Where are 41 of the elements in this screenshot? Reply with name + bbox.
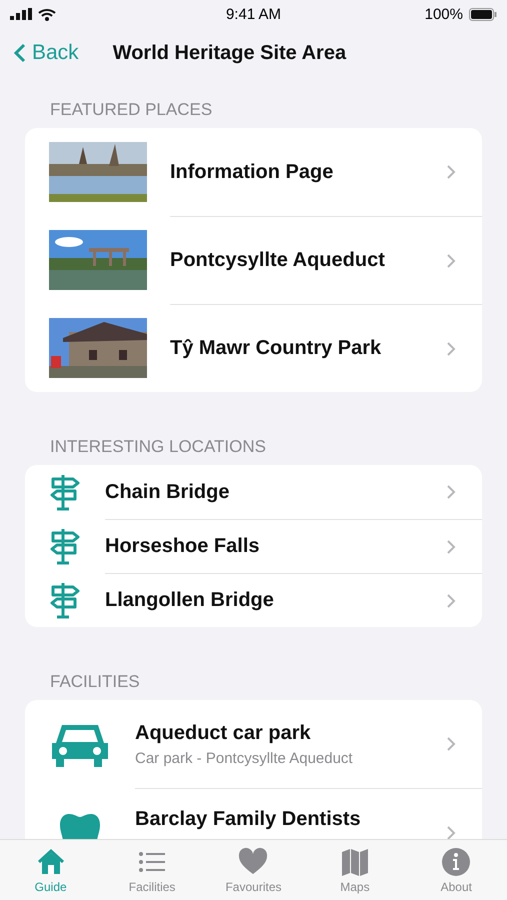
chevron-icon xyxy=(446,340,456,356)
place-label: Pontcysyllte Aqueduct xyxy=(170,249,385,272)
location-label: Llangollen Bridge xyxy=(105,589,274,612)
battery-icon xyxy=(468,8,497,20)
section-header: FEATURED PLACES xyxy=(49,99,214,121)
location-row[interactable]: Chain Bridge xyxy=(25,465,482,519)
screen-title: World Heritage Site Area xyxy=(112,42,346,64)
facility-label: Aqueduct car park xyxy=(135,722,312,744)
chevron-icon xyxy=(446,484,456,500)
location-row[interactable]: Llangollen Bridge xyxy=(25,573,482,627)
facility-row[interactable]: Aqueduct car park Car park - Pontcysyllte Aqueduct xyxy=(25,700,482,788)
place-row[interactable]: Pontcysyllte Aqueduct xyxy=(25,216,482,304)
info-icon xyxy=(441,846,472,876)
section-header: FACILITIES xyxy=(49,671,141,693)
place-row[interactable]: Tŷ Mawr Country Park xyxy=(25,304,482,392)
location-row[interactable]: Horseshoe Falls xyxy=(25,519,482,573)
facility-label: Barclay Family Dentists xyxy=(135,808,361,831)
map-icon xyxy=(340,846,370,876)
location-label: Chain Bridge xyxy=(105,480,230,504)
section-header: INTERESTING LOCATIONS xyxy=(49,436,267,458)
facility-subtitle: Car park - Pontcysyllte Aqueduct xyxy=(135,750,353,766)
chevron-icon xyxy=(446,164,456,180)
wifi-icon xyxy=(38,8,56,20)
chevron-icon xyxy=(446,592,456,608)
chevron-icon xyxy=(446,252,456,268)
place-label: Information Page xyxy=(170,160,334,184)
signpost-icon xyxy=(49,473,81,511)
place-label: Tŷ Mawr Country Park xyxy=(170,337,382,360)
home-icon xyxy=(36,846,66,876)
status-time: 9:41 AM xyxy=(226,6,282,22)
signal-icon xyxy=(10,8,32,20)
location-label: Horseshoe Falls xyxy=(105,535,260,558)
back-chevron-icon xyxy=(14,43,26,63)
chevron-icon xyxy=(446,538,456,554)
signpost-icon xyxy=(49,527,81,565)
signpost-icon xyxy=(49,581,81,619)
place-row[interactable]: Information Page xyxy=(25,128,482,216)
chevron-icon xyxy=(446,824,456,839)
chevron-icon xyxy=(446,736,456,752)
battery-percent: 100% xyxy=(424,6,463,22)
heart-icon xyxy=(238,846,268,876)
